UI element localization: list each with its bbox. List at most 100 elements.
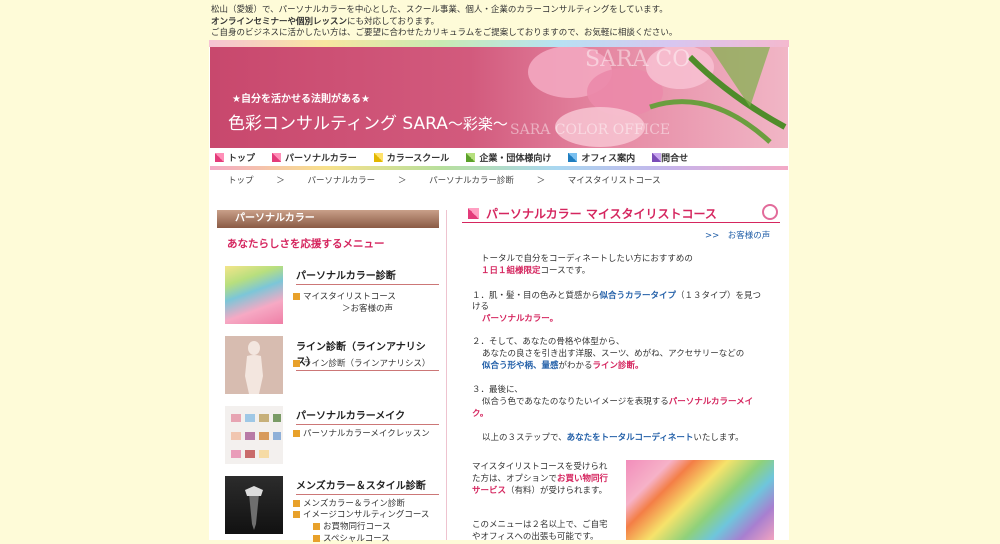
arrow-icon xyxy=(293,511,300,518)
arrow-icon xyxy=(313,535,320,542)
link-line-analysis[interactable]: ライン診断（ラインアナリシス） xyxy=(293,357,430,369)
breadcrumb-diagnosis[interactable]: パーソナルカラー診断 xyxy=(429,176,514,186)
nav-square-icon xyxy=(373,152,383,162)
link-shopping-course[interactable]: お買物同行コース xyxy=(313,520,391,532)
step-3-cont: ク。 xyxy=(472,409,488,421)
step-1-cont: ける xyxy=(472,302,490,312)
option-line-2: た方は、オプションでお買い物同行 xyxy=(472,474,608,486)
intro-text: 松山（愛媛）で、パーソナルカラーを中心とした、スクール事業、個人・企業のカラーコ… xyxy=(211,5,791,40)
option-line-4: このメニューは２名以上で、ご自宅 xyxy=(472,520,608,530)
sidebar-subtitle: あなたらしさを応援するメニュー xyxy=(227,238,385,250)
link-makeup-lesson[interactable]: パーソナルカラーメイクレッスン xyxy=(293,427,430,439)
step-result: ライン診断。 xyxy=(592,361,644,371)
voice-label: お客様の声 xyxy=(727,231,771,241)
customer-voice-link[interactable]: >> お客様の声 xyxy=(705,229,770,241)
intro-line-3: ご自身のビジネスに活かしたい方は、ご要望に合わせたカリキュラムをご提案しておりま… xyxy=(211,28,678,38)
step-highlight: 似合うカラータイプ xyxy=(599,291,677,301)
nav-label: オフィス案内 xyxy=(581,153,636,164)
link-label: お客様の声 xyxy=(350,304,394,314)
nav-item-contact[interactable]: お問合せ xyxy=(652,151,688,164)
watermark-office: SARA COLOR OFFICE xyxy=(510,122,671,138)
step-result: パーソナルカラーメイ xyxy=(668,397,754,407)
summary-text: 以上の３ステップで、 xyxy=(482,433,567,443)
nav-item-color-school[interactable]: カラースクール xyxy=(373,151,450,164)
link-my-stylist-course[interactable]: マイスタイリストコース xyxy=(293,290,396,302)
nav-label: 企業・団体様向け xyxy=(479,153,552,164)
step-3: ３．最後に、 xyxy=(472,385,523,395)
makeup-palette-image xyxy=(225,406,283,464)
intro-line-2: オンラインセミナーや個別レッスンにも対応しております。 xyxy=(211,17,791,29)
nav-item-personal-color[interactable]: パーソナルカラー xyxy=(272,151,357,164)
breadcrumb-separator: ＞ xyxy=(276,176,285,186)
nav-square-icon xyxy=(215,152,224,162)
step-text: 似合う色であなたのなりたいイメージを表現する xyxy=(482,397,669,407)
main-nav: トップ パーソナルカラー カラースクール 企業・団体様向け オフィス案内 お問合… xyxy=(210,148,788,166)
mens-suit-image xyxy=(225,476,283,534)
intro-line-1: 松山（愛媛）で、パーソナルカラーを中心とした、スクール事業、個人・企業のカラーコ… xyxy=(211,5,668,15)
breadcrumb-top[interactable]: トップ xyxy=(228,176,254,186)
voice-arrow: >> xyxy=(705,231,720,241)
header-banner: SARA CO SARA COLOR OFFICE ★自分を活かせる法則がある★… xyxy=(210,47,788,148)
silhouette-image xyxy=(225,336,283,394)
option-line-3: サービス（有料）が受けられます。 xyxy=(472,486,607,498)
nav-label: カラースクール xyxy=(386,153,450,164)
option-text: （有料）が受けられます。 xyxy=(506,486,608,496)
step-3-detail: 似合う色であなたのなりたいイメージを表現するパーソナルカラーメイ xyxy=(482,397,753,409)
breadcrumb-personal-color[interactable]: パーソナルカラー xyxy=(307,176,375,186)
sidebar-header: パーソナルカラー xyxy=(217,210,439,228)
nav-square-icon xyxy=(568,152,578,162)
arrow-icon xyxy=(293,500,300,507)
site-logo-text[interactable]: 色彩コンサルティング SARA〜彩楽〜 xyxy=(228,109,508,134)
breadcrumb-current: マイスタイリストコース xyxy=(567,176,661,186)
link-label: ライン診断（ラインアナリシス） xyxy=(303,359,431,369)
step-text: （１３タイプ）を見つ xyxy=(676,291,762,301)
step-text: がわかる xyxy=(558,361,593,371)
section-heading[interactable]: パーソナルカラーメイク xyxy=(296,407,439,425)
summary-highlight: あなたをトータルコーディネート xyxy=(566,433,694,443)
breadcrumb-separator: ＞ xyxy=(536,176,546,186)
sub-arrow-icon: ＞ xyxy=(342,304,351,314)
step-highlight: 似合う形や柄、量感 xyxy=(482,361,559,371)
nav-label: トップ xyxy=(228,153,256,164)
body-silhouette-icon xyxy=(245,341,263,394)
step-2: ２．そして、あなたの骨格や体型から、 xyxy=(472,337,625,347)
column-divider xyxy=(446,210,447,540)
color-cards-image xyxy=(225,266,283,324)
lead-limit: １日１組様限定コースです。 xyxy=(481,266,590,278)
section-heading[interactable]: メンズカラー＆スタイル診断 xyxy=(296,477,439,495)
link-label: マイスタイリストコース xyxy=(303,292,396,302)
summary-text: いたします。 xyxy=(693,433,744,443)
link-special-course[interactable]: スペシャルコース xyxy=(313,532,390,544)
nav-item-office[interactable]: オフィス案内 xyxy=(568,151,635,164)
page-title: パーソナルカラー マイスタイリストコース xyxy=(486,207,717,221)
sidebar: パーソナルカラー あなたらしさを応援するメニュー xyxy=(217,210,439,251)
intro-line-2-rest: にも対応しております。 xyxy=(347,16,440,27)
palette-icon xyxy=(231,414,281,458)
rainbow-bar xyxy=(209,40,789,47)
spiral-icon xyxy=(762,204,778,220)
step-1-result: パーソナルカラー。 xyxy=(482,314,558,326)
main-title-bar: パーソナルカラー マイスタイリストコース xyxy=(462,202,780,223)
breadcrumb-separator: ＞ xyxy=(397,176,407,186)
link-image-consulting[interactable]: イメージコンサルティングコース xyxy=(293,508,429,520)
step-2-result: 似合う形や柄、量感がわかるライン診断。 xyxy=(482,361,644,373)
link-customer-voice[interactable]: ＞お客様の声 xyxy=(342,302,393,314)
link-label: パーソナルカラーメイクレッスン xyxy=(303,429,430,439)
breadcrumb: トップ ＞ パーソナルカラー ＞ パーソナルカラー診断 ＞ マイスタイリストコー… xyxy=(228,174,681,186)
step-result: ク。 xyxy=(472,409,489,419)
brand-sub: 〜彩楽〜 xyxy=(447,115,508,133)
brand-main: 色彩コンサルティング SARA xyxy=(228,114,448,134)
arrow-icon xyxy=(293,430,300,437)
nav-rainbow-divider xyxy=(210,166,788,170)
link-label: お買物同行コース xyxy=(323,522,391,532)
limited-text: １日１組様限定 xyxy=(481,266,541,276)
nav-item-corporate[interactable]: 企業・団体様向け xyxy=(466,151,551,164)
section-heading[interactable]: パーソナルカラー診断 xyxy=(296,267,439,285)
option-line-1: マイスタイリストコースを受けられ xyxy=(472,462,608,472)
tie-icon xyxy=(245,486,263,530)
nav-square-icon xyxy=(272,152,282,162)
option-highlight: お買い物同行 xyxy=(557,474,609,484)
nav-item-top[interactable]: トップ xyxy=(215,151,255,164)
arrow-icon xyxy=(293,293,300,300)
step-result: パーソナルカラー。 xyxy=(482,314,559,324)
